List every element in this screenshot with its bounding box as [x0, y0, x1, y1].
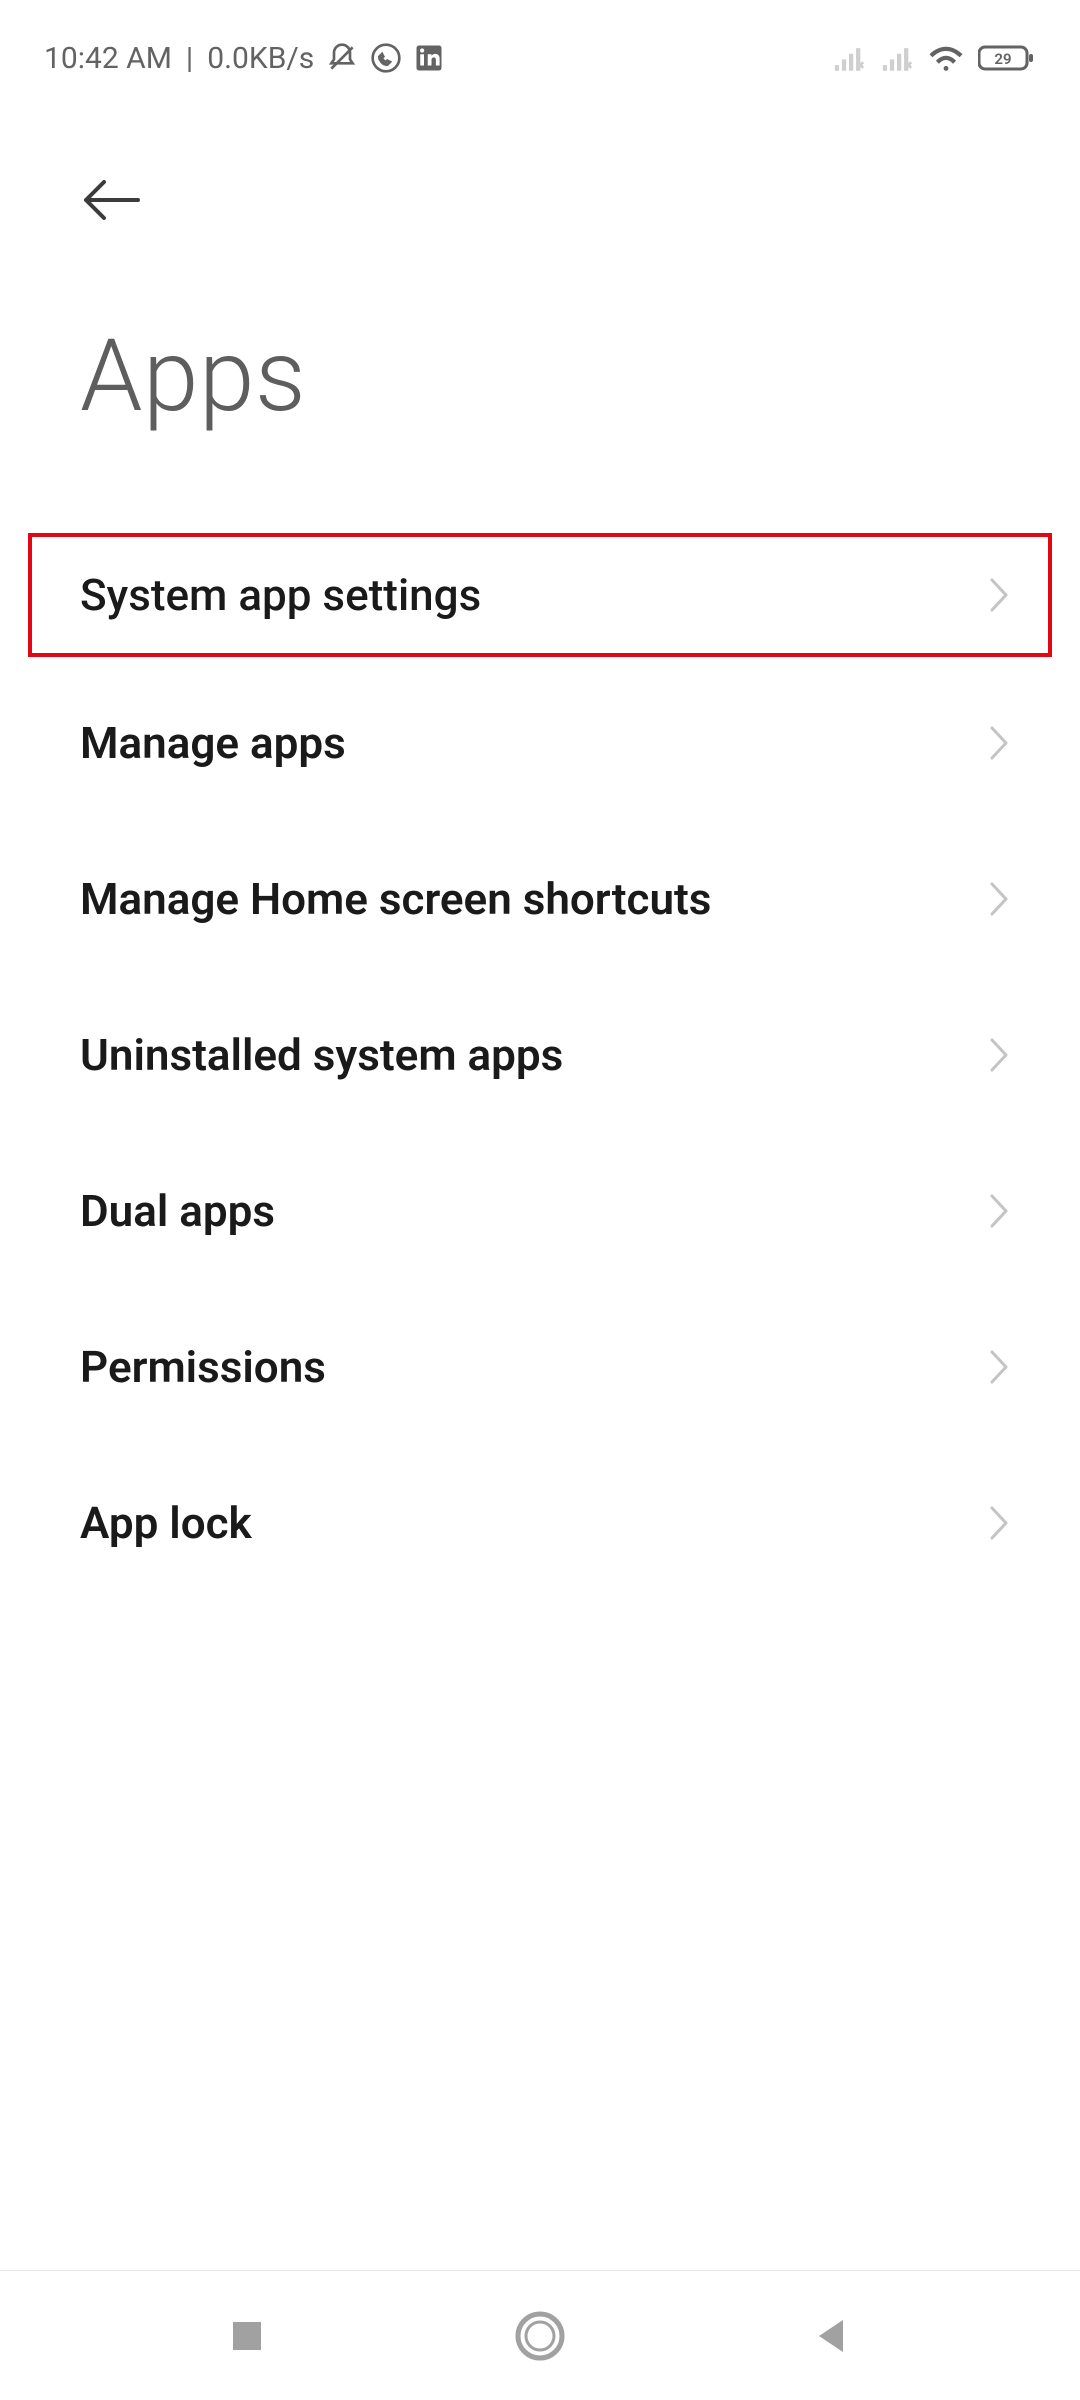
- chevron-right-icon: [988, 724, 1010, 762]
- back-button[interactable]: [72, 160, 152, 240]
- arrow-left-icon: [80, 178, 144, 222]
- row-manage-home-screen-shortcuts[interactable]: Manage Home screen shortcuts: [0, 821, 1080, 977]
- row-app-lock[interactable]: App lock: [0, 1445, 1080, 1601]
- settings-list: System app settings Manage apps Manage H…: [0, 525, 1080, 1601]
- row-label: Permissions: [80, 1341, 326, 1393]
- linkedin-icon: [414, 43, 444, 73]
- row-dual-apps[interactable]: Dual apps: [0, 1133, 1080, 1289]
- status-time: 10:42 AM: [44, 41, 172, 76]
- nav-back-button[interactable]: [788, 2291, 878, 2381]
- chevron-right-icon: [988, 880, 1010, 918]
- row-uninstalled-system-apps[interactable]: Uninstalled system apps: [0, 977, 1080, 1133]
- row-label: System app settings: [80, 569, 481, 621]
- signal-sim2-icon: [880, 45, 914, 71]
- mute-icon: [326, 42, 358, 74]
- row-label: Dual apps: [80, 1185, 275, 1237]
- square-icon: [227, 2316, 267, 2356]
- chevron-right-icon: [988, 1192, 1010, 1230]
- row-label: Manage Home screen shortcuts: [80, 873, 711, 925]
- nav-recents-button[interactable]: [202, 2291, 292, 2381]
- signal-sim1-icon: [832, 45, 866, 71]
- battery-icon: 29: [978, 44, 1036, 72]
- nav-home-button[interactable]: [495, 2291, 585, 2381]
- chevron-right-icon: [988, 1348, 1010, 1386]
- chevron-right-icon: [988, 576, 1010, 614]
- chevron-right-icon: [988, 1504, 1010, 1542]
- row-label: Uninstalled system apps: [80, 1029, 563, 1081]
- row-system-app-settings[interactable]: System app settings: [20, 525, 1060, 665]
- circle-icon: [514, 2310, 566, 2362]
- row-manage-apps[interactable]: Manage apps: [0, 665, 1080, 821]
- row-label: App lock: [80, 1497, 252, 1549]
- status-network-speed: 0.0KB/s: [207, 41, 314, 76]
- wifi-icon: [928, 44, 964, 72]
- navigation-bar: [0, 2270, 1080, 2400]
- whatsapp-icon: [370, 42, 402, 74]
- status-right: 29: [832, 44, 1036, 72]
- triangle-left-icon: [813, 2316, 853, 2356]
- status-left: 10:42 AM | 0.0KB/s: [44, 41, 444, 76]
- row-permissions[interactable]: Permissions: [0, 1289, 1080, 1445]
- row-label: Manage apps: [80, 717, 346, 769]
- status-separator: |: [186, 41, 193, 76]
- header: Apps: [0, 100, 1080, 435]
- page-title: Apps: [60, 318, 1020, 435]
- status-bar: 10:42 AM | 0.0KB/s 29: [0, 0, 1080, 100]
- chevron-right-icon: [988, 1036, 1010, 1074]
- svg-text:29: 29: [994, 50, 1011, 68]
